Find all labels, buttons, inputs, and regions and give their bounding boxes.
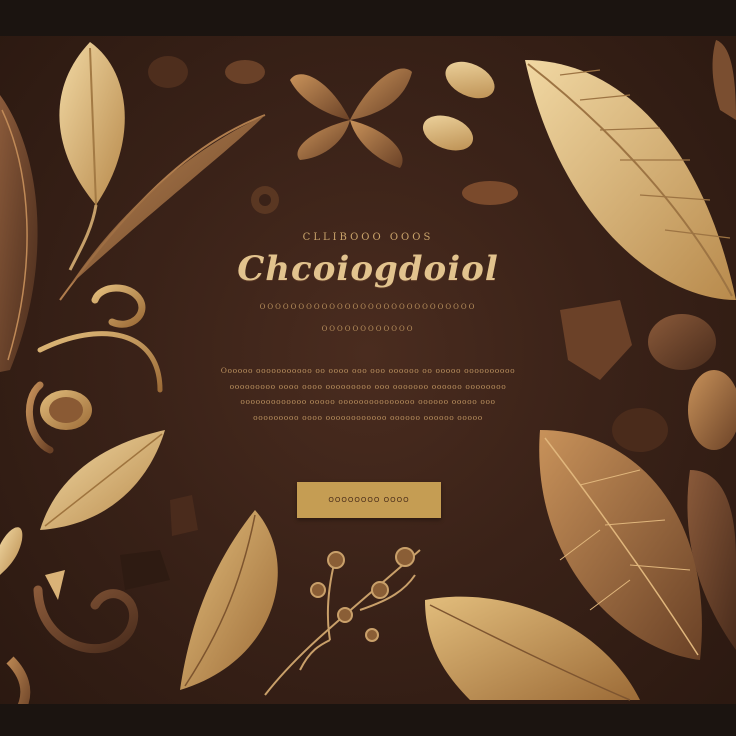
hero-body-text: Oooooo ooooooooooo oo oooo ooo ooo ooooo… <box>220 366 516 422</box>
cta-button[interactable]: OOOOOOOO OOOO <box>297 482 441 518</box>
flower-icon <box>290 68 412 168</box>
page-canvas: CLLIBOOO OOOS Chcoiogdoiol OOOOOOOOOOOOO… <box>0 0 736 736</box>
hero-subline: OOOOOOOOOOOOOOOOOOOOOOOOOOOO <box>259 303 477 311</box>
leaf-icon <box>712 40 736 120</box>
hero-copy: CLLIBOOO OOOS Chcoiogdoiol OOOOOOOOOOOOO… <box>180 232 556 425</box>
leaf-icon <box>180 510 278 690</box>
hero-subline-secondary: OOOOOOOOOOOO <box>321 325 415 333</box>
fern-icon <box>525 60 736 300</box>
branch-icon <box>264 547 421 696</box>
swirl-icon <box>25 284 163 454</box>
bottom-letterbox <box>0 704 736 736</box>
leaf-icon <box>40 430 165 530</box>
hero-title: Chcoiogdoiol <box>237 249 499 289</box>
truffle-icon <box>560 300 736 452</box>
leaf-icon <box>0 527 23 575</box>
hero-eyebrow: CLLIBOOO OOOS <box>302 232 434 243</box>
feather-icon <box>0 95 38 372</box>
